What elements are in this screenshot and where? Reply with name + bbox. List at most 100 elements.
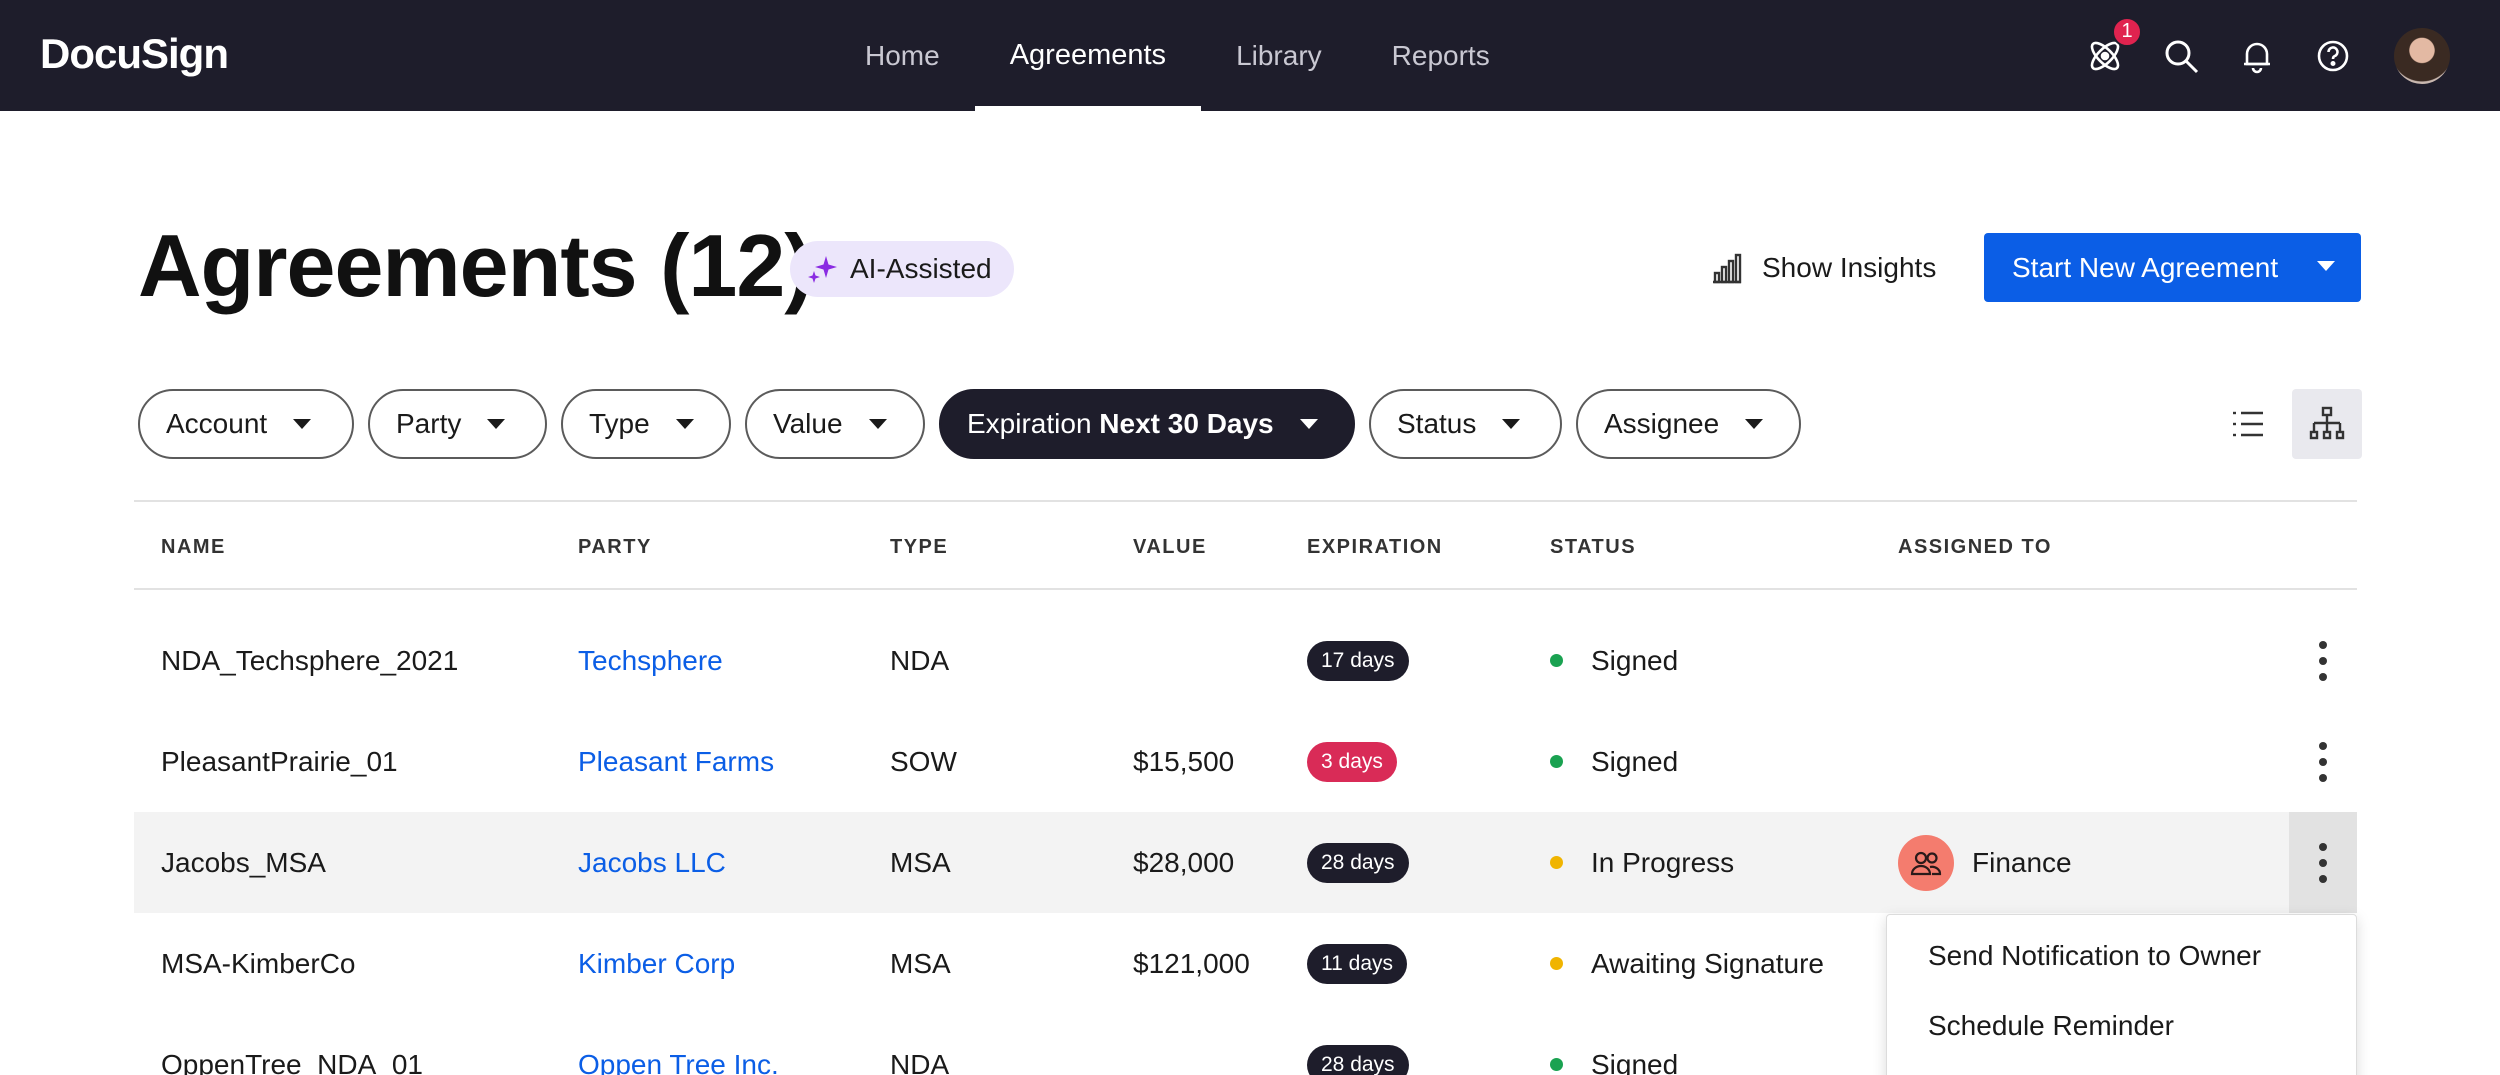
status-dot bbox=[1550, 856, 1563, 869]
row-actions-menu: Send Notification to Owner Schedule Remi… bbox=[1886, 914, 2357, 1075]
expiration-cell: 28 days bbox=[1307, 812, 1409, 913]
user-avatar[interactable] bbox=[2394, 27, 2450, 84]
status-cell: Awaiting Signature bbox=[1550, 913, 1824, 1014]
status-text: Signed bbox=[1591, 644, 1679, 676]
nav-icons: 1 bbox=[2084, 0, 2450, 111]
chevron-down-icon bbox=[868, 419, 887, 429]
start-new-agreement-label: Start New Agreement bbox=[2012, 251, 2279, 283]
filter-party-label: Party bbox=[396, 408, 462, 439]
column-header-assigned-to[interactable]: ASSIGNED TO bbox=[1898, 536, 2052, 559]
agreement-type: MSA bbox=[890, 846, 951, 878]
table-row[interactable]: Jacobs_MSA Jacobs LLC MSA $28,000 28 day… bbox=[134, 812, 2357, 913]
party-link[interactable]: Techsphere bbox=[578, 610, 723, 711]
chevron-down-icon bbox=[1502, 419, 1521, 429]
filter-assignee[interactable]: Assignee bbox=[1576, 389, 1801, 459]
agreements-table: NAME PARTY TYPE VALUE EXPIRATION STATUS … bbox=[134, 500, 2357, 1075]
status-dot bbox=[1550, 654, 1563, 667]
agreement-type: SOW bbox=[890, 745, 957, 777]
party-link[interactable]: Kimber Corp bbox=[578, 913, 735, 1014]
assignee-cell[interactable]: Finance bbox=[1898, 812, 2072, 913]
filter-value-label: Value bbox=[773, 408, 843, 439]
filter-value[interactable]: Value bbox=[745, 389, 925, 459]
table-row[interactable]: PleasantPrairie_01 Pleasant Farms SOW $1… bbox=[134, 711, 2357, 812]
status-dot bbox=[1550, 1058, 1563, 1071]
status-cell: In Progress bbox=[1550, 812, 1734, 913]
menu-item-send-notification[interactable]: Send Notification to Owner bbox=[1887, 921, 2356, 991]
filter-bar: Account Party Type Value Expiration Next… bbox=[138, 389, 1801, 459]
status-cell: Signed bbox=[1550, 711, 1678, 812]
filter-status[interactable]: Status bbox=[1369, 389, 1562, 459]
ai-assisted-chip: AI-Assisted bbox=[790, 241, 1014, 297]
table-header: NAME PARTY TYPE VALUE EXPIRATION STATUS … bbox=[134, 500, 2357, 590]
nav-agreements[interactable]: Agreements bbox=[974, 0, 1202, 111]
filter-expiration-value: Next 30 Days bbox=[1099, 408, 1274, 439]
column-header-type[interactable]: TYPE bbox=[890, 536, 948, 559]
more-vertical-icon bbox=[2319, 842, 2327, 883]
status-text: Awaiting Signature bbox=[1591, 947, 1824, 979]
bell-icon[interactable] bbox=[2236, 35, 2278, 77]
filter-expiration[interactable]: Expiration Next 30 Days bbox=[939, 389, 1355, 459]
filter-account-label: Account bbox=[166, 408, 268, 439]
search-icon[interactable] bbox=[2160, 35, 2202, 77]
column-header-value[interactable]: VALUE bbox=[1133, 536, 1207, 559]
party-link[interactable]: Oppen Tree Inc. bbox=[578, 1014, 779, 1075]
menu-item-schedule-reminder[interactable]: Schedule Reminder bbox=[1887, 991, 2356, 1061]
ai-agent-icon[interactable]: 1 bbox=[2084, 16, 2142, 77]
party-link[interactable]: Pleasant Farms bbox=[578, 711, 774, 812]
row-actions-button[interactable] bbox=[2289, 812, 2357, 913]
chevron-down-icon bbox=[293, 419, 312, 429]
group-icon bbox=[1898, 834, 1954, 891]
filter-party[interactable]: Party bbox=[368, 389, 547, 459]
column-header-party[interactable]: PARTY bbox=[578, 536, 652, 559]
more-vertical-icon bbox=[2319, 741, 2327, 782]
agreement-name[interactable]: OppenTree_NDA_01 bbox=[161, 1014, 423, 1075]
filter-account[interactable]: Account bbox=[138, 389, 354, 459]
hierarchy-view-toggle[interactable] bbox=[2292, 389, 2362, 459]
chevron-down-icon bbox=[487, 419, 506, 429]
agreement-name[interactable]: NDA_Techsphere_2021 bbox=[161, 610, 458, 711]
filter-type[interactable]: Type bbox=[561, 389, 731, 459]
filter-type-label: Type bbox=[589, 408, 650, 439]
expiration-badge: 28 days bbox=[1307, 1044, 1409, 1075]
row-actions-button[interactable] bbox=[2289, 711, 2357, 812]
nav-home[interactable]: Home bbox=[830, 0, 975, 111]
chevron-down-icon bbox=[1745, 419, 1764, 429]
bar-chart-icon bbox=[1713, 253, 1742, 284]
help-icon[interactable] bbox=[2312, 35, 2354, 77]
row-actions-button[interactable] bbox=[2289, 610, 2357, 711]
main-nav: Home Agreements Library Reports bbox=[830, 0, 1525, 111]
agreement-name[interactable]: PleasantPrairie_01 bbox=[161, 711, 398, 812]
agreement-value: $121,000 bbox=[1133, 947, 1250, 979]
column-header-name[interactable]: NAME bbox=[161, 536, 226, 559]
table-row[interactable]: NDA_Techsphere_2021 Techsphere NDA 17 da… bbox=[134, 610, 2357, 711]
filter-expiration-label: Expiration Next 30 Days bbox=[967, 408, 1274, 439]
agreement-value: $15,500 bbox=[1133, 745, 1235, 777]
agreement-type: MSA bbox=[890, 947, 951, 979]
status-text: In Progress bbox=[1591, 846, 1735, 878]
agreement-type: NDA bbox=[890, 1048, 950, 1075]
nav-reports[interactable]: Reports bbox=[1357, 0, 1525, 111]
status-text: Signed bbox=[1591, 745, 1679, 777]
sparkle-icon bbox=[808, 256, 837, 283]
show-insights-button[interactable]: Show Insights bbox=[1710, 240, 1936, 296]
docusign-logo[interactable]: DocuSign bbox=[40, 30, 229, 78]
ai-chip-label: AI-Assisted bbox=[850, 253, 992, 284]
start-new-agreement-button[interactable]: Start New Agreement bbox=[1984, 233, 2361, 302]
filter-assignee-label: Assignee bbox=[1604, 408, 1720, 439]
expiration-badge: 17 days bbox=[1307, 640, 1409, 681]
agreement-name[interactable]: MSA-KimberCo bbox=[161, 913, 355, 1014]
agreement-name[interactable]: Jacobs_MSA bbox=[161, 812, 326, 913]
list-view-toggle[interactable] bbox=[2213, 389, 2283, 459]
column-header-expiration[interactable]: EXPIRATION bbox=[1307, 536, 1443, 559]
expiration-badge: 3 days bbox=[1307, 741, 1397, 782]
filter-status-label: Status bbox=[1397, 408, 1477, 439]
party-link[interactable]: Jacobs LLC bbox=[578, 812, 726, 913]
expiration-cell: 28 days bbox=[1307, 1014, 1409, 1075]
nav-library[interactable]: Library bbox=[1201, 0, 1357, 111]
column-header-status[interactable]: STATUS bbox=[1550, 536, 1636, 559]
page: DocuSign Home Agreements Library Reports… bbox=[0, 0, 2500, 1075]
expiration-cell: 17 days bbox=[1307, 610, 1409, 711]
top-navbar: DocuSign Home Agreements Library Reports… bbox=[0, 0, 2500, 111]
agreement-value: $28,000 bbox=[1133, 846, 1235, 878]
hierarchy-icon bbox=[2309, 406, 2345, 440]
